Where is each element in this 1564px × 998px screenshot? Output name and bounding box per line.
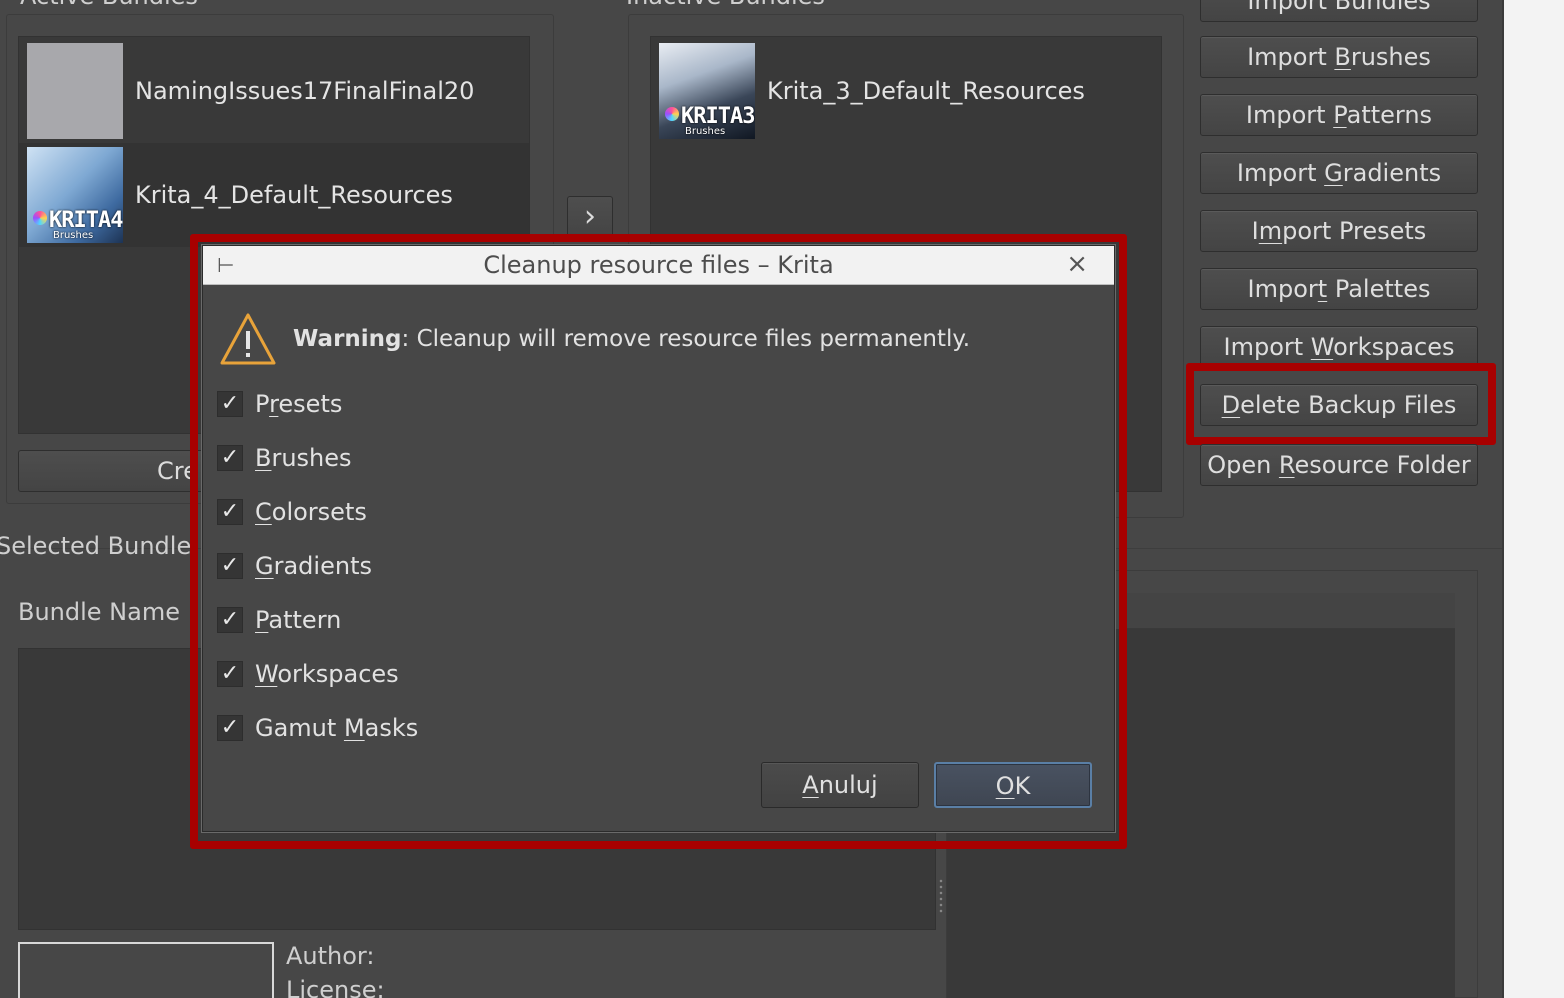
checkbox-pattern[interactable]: ✓ Pattern xyxy=(217,605,341,635)
check-icon[interactable]: ✓ xyxy=(217,499,243,525)
checkbox-workspaces[interactable]: ✓ Workspaces xyxy=(217,659,399,689)
bundle-name: Krita_3_Default_Resources xyxy=(767,77,1085,105)
import-gradients-button[interactable]: Import Gradients xyxy=(1200,152,1478,194)
open-resource-folder-button[interactable]: Open Resource Folder xyxy=(1200,444,1478,486)
active-bundles-label: Active Bundles xyxy=(20,0,198,10)
krita-4-thumbnail: KRITA4 Brushes xyxy=(27,147,123,243)
active-bundle-item[interactable]: KRITA4 Brushes Krita_4_Default_Resources xyxy=(19,143,529,247)
license-label: License: xyxy=(286,976,385,998)
bundle-name-label: Bundle Name xyxy=(18,598,180,626)
checkbox-gradients[interactable]: ✓ Gradients xyxy=(217,551,372,581)
warning-message: Warning: Cleanup will remove resource fi… xyxy=(293,326,971,352)
krita-logo-icon xyxy=(33,211,47,225)
contents-header xyxy=(1127,593,1455,629)
import-palettes-button[interactable]: Import Palettes xyxy=(1200,268,1478,310)
splitter-handle[interactable] xyxy=(938,878,944,914)
inactive-bundles-label: Inactive Bundles xyxy=(626,0,825,10)
krita-logo-icon xyxy=(665,107,679,121)
inactive-bundle-item[interactable]: KRITA3 Brushes Krita_3_Default_Resources xyxy=(651,39,1161,143)
warning-icon xyxy=(220,313,276,365)
selected-bundle-label: Selected Bundle xyxy=(0,532,192,560)
checkbox-gamut-masks[interactable]: ✓ Gamut Masks xyxy=(217,713,418,743)
import-brushes-button[interactable]: Import Brushes xyxy=(1200,36,1478,78)
bundle-thumbnail xyxy=(27,43,123,139)
bundle-name: Krita_4_Default_Resources xyxy=(135,181,453,209)
desktop-background xyxy=(1502,0,1564,998)
thumbnail-sub-text: Brushes xyxy=(685,126,726,137)
checkbox-colorsets[interactable]: ✓ Colorsets xyxy=(217,497,367,527)
check-icon[interactable]: ✓ xyxy=(217,553,243,579)
check-icon[interactable]: ✓ xyxy=(217,391,243,417)
import-presets-button[interactable]: Import Presets xyxy=(1200,210,1478,252)
active-bundle-item[interactable]: NamingIssues17FinalFinal20 xyxy=(19,39,529,143)
delete-backup-files-button[interactable]: Delete Backup Files xyxy=(1200,384,1478,426)
import-bundles-button[interactable]: Import Bundles xyxy=(1200,0,1478,22)
bundle-preview-image xyxy=(18,942,274,998)
krita-3-thumbnail: KRITA3 Brushes xyxy=(659,43,755,139)
ok-button[interactable]: OK xyxy=(934,762,1092,808)
thumbnail-sub-text: Brushes xyxy=(53,230,94,241)
check-icon[interactable]: ✓ xyxy=(217,715,243,741)
check-icon[interactable]: ✓ xyxy=(217,661,243,687)
check-icon[interactable]: ✓ xyxy=(217,445,243,471)
check-icon[interactable]: ✓ xyxy=(217,607,243,633)
warning-row: Warning: Cleanup will remove resource fi… xyxy=(219,312,970,366)
dialog-titlebar[interactable]: ⊢ Cleanup resource files – Krita × xyxy=(203,246,1114,285)
import-patterns-button[interactable]: Import Patterns xyxy=(1200,94,1478,136)
cancel-button[interactable]: Anuluj xyxy=(761,762,919,808)
author-label: Author: xyxy=(286,942,375,970)
cleanup-dialog: ⊢ Cleanup resource files – Krita × Warni… xyxy=(202,245,1115,832)
bundle-name: NamingIssues17FinalFinal20 xyxy=(135,77,475,105)
checkbox-brushes[interactable]: ✓ Brushes xyxy=(217,443,352,473)
dialog-title: Cleanup resource files – Krita xyxy=(483,251,834,279)
close-icon[interactable]: × xyxy=(1066,249,1088,279)
import-workspaces-button[interactable]: Import Workspaces xyxy=(1200,326,1478,368)
checkbox-presets[interactable]: ✓ Presets xyxy=(217,389,342,419)
